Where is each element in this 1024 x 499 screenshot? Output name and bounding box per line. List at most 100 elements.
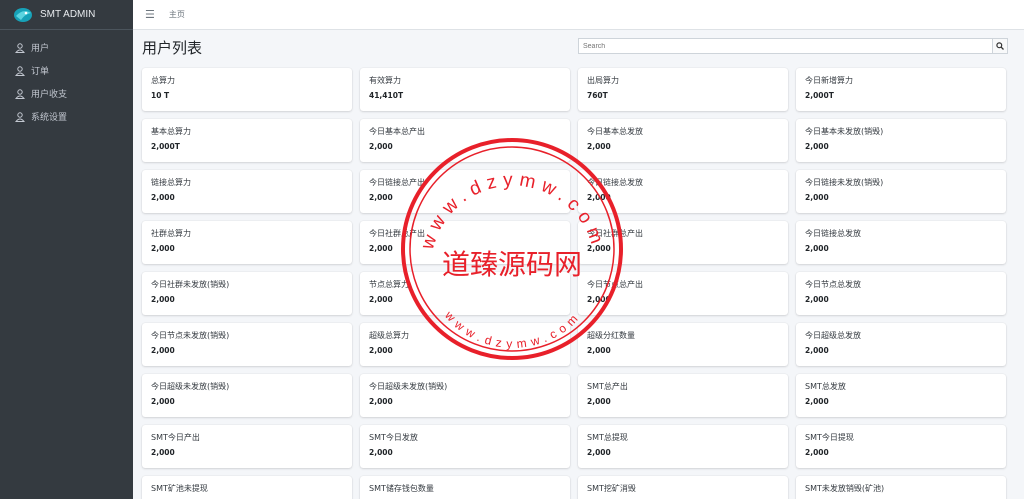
stat-label: 今日超级未发放(销毁) (151, 382, 230, 391)
stat-value: 2,000 (805, 244, 829, 253)
stat-label: 今日新增算力 (805, 76, 853, 85)
stat-card: 今日链接未发放(销毁) 2,000 (796, 170, 1006, 213)
stat-label: 今日链接未发放(销毁) (805, 178, 884, 187)
sidebar-item-label: 用户收支 (31, 90, 68, 100)
stat-card: 超级分红数量 2,000 (578, 323, 788, 366)
user-icon (15, 65, 25, 76)
brand[interactable]: SMT ADMIN (0, 0, 133, 30)
stat-value: 2,000 (805, 397, 829, 406)
sidebar-item-label: 订单 (31, 67, 50, 77)
stat-label: SMT总提现 (587, 433, 628, 442)
stat-label: SMT挖矿消毁 (587, 484, 636, 493)
stat-card: 链接总算力 2,000 (142, 170, 352, 213)
sidebar: SMT ADMIN 用户 订单 用户收支 系统设置 (0, 0, 133, 499)
stat-label: 有效算力 (369, 76, 401, 85)
stat-card: 今日节点总产出 2,000 (578, 272, 788, 315)
stat-label: 今日节点未发放(销毁) (151, 331, 230, 340)
sidebar-item-users[interactable]: 用户 (0, 36, 133, 59)
stat-card: 今日链接总产出 2,000 (360, 170, 570, 213)
sidebar-item-label: 系统设置 (31, 113, 68, 123)
search-button[interactable] (992, 38, 1008, 54)
stat-card: 今日超级未发放(销毁) 2,000 (142, 374, 352, 417)
stat-label: 今日超级未发放(销毁) (369, 382, 448, 391)
sidebar-nav: 用户 订单 用户收支 系统设置 (0, 36, 133, 128)
stat-card: 今日基本总产出 2,000 (360, 119, 570, 162)
page-header: 用户列表 (133, 30, 1024, 62)
stat-card: SMT总发放 2,000 (796, 374, 1006, 417)
stats-grid: 总算力 10 T 有效算力 41,410T 出局算力 760T 今日新增算力 2,000… (142, 68, 1006, 499)
stat-label: 今日链接总发放 (587, 178, 643, 187)
stat-value: 2,000 (369, 193, 393, 202)
stat-value: 2,000 (369, 346, 393, 355)
stat-label: 今日基本总发放 (587, 127, 643, 136)
stat-value: 2,000 (805, 346, 829, 355)
stat-value: 10 T (151, 91, 170, 100)
stat-value: 2,000 (369, 295, 393, 304)
stat-value: 2,000 (369, 142, 393, 151)
search-icon (996, 42, 1004, 50)
stat-value: 2,000 (151, 397, 175, 406)
stat-label: 超级分红数量 (587, 331, 635, 340)
stat-value: 2,000 (587, 448, 611, 457)
stat-card: 今日社群未发放(销毁) 2,000 (142, 272, 352, 315)
stat-card: 今日链接总发放 2,000 (578, 170, 788, 213)
stat-value: 2,000 (805, 193, 829, 202)
stat-card: 超级总算力 2,000 (360, 323, 570, 366)
stat-label: SMT今日提现 (805, 433, 854, 442)
stat-value: 2,000 (151, 448, 175, 457)
stat-label: 今日节点总发放 (805, 280, 861, 289)
stat-label: 今日链接总产出 (369, 178, 425, 187)
stat-value: 2,000T (151, 142, 180, 151)
stat-card: SMT总提现 2,000 (578, 425, 788, 468)
stat-card: 今日链接总发放 2,000 (796, 221, 1006, 264)
stat-value: 2,000 (587, 193, 611, 202)
stat-label: SMT储存钱包数量 (369, 484, 434, 493)
stat-value: 2,000 (151, 193, 175, 202)
stat-card: 今日超级总发放 2,000 (796, 323, 1006, 366)
stat-value: 2,000 (805, 295, 829, 304)
sidebar-item-label: 用户 (31, 44, 50, 54)
stat-card: SMT总产出 2,000 (578, 374, 788, 417)
stat-card: 今日节点未发放(销毁) 2,000 (142, 323, 352, 366)
breadcrumb-home[interactable]: 主页 (169, 9, 185, 20)
brand-name: SMT ADMIN (40, 9, 96, 20)
stat-value: 2,000 (587, 397, 611, 406)
stat-card: SMT挖矿消毁 (578, 476, 788, 499)
stat-value: 41,410T (369, 91, 404, 100)
stat-value: 2,000 (587, 244, 611, 253)
sidebar-item-orders[interactable]: 订单 (0, 59, 133, 82)
search-form (578, 38, 1008, 54)
stat-card: 基本总算力 2,000T (142, 119, 352, 162)
stat-card: 今日节点总发放 2,000 (796, 272, 1006, 315)
sidebar-item-settings[interactable]: 系统设置 (0, 105, 133, 128)
stat-label: 今日超级总发放 (805, 331, 861, 340)
stat-card: SMT今日发放 2,000 (360, 425, 570, 468)
stat-card: 今日超级未发放(销毁) 2,000 (360, 374, 570, 417)
stat-card: 有效算力 41,410T (360, 68, 570, 111)
stat-card: 总算力 10 T (142, 68, 352, 111)
sidebar-item-user-finance[interactable]: 用户收支 (0, 82, 133, 105)
stat-label: 今日社群总产出 (369, 229, 425, 238)
stat-value: 2,000 (587, 142, 611, 151)
brand-logo-icon (14, 7, 32, 22)
stat-value: 2,000 (151, 346, 175, 355)
hamburger-menu-icon[interactable]: ☰ (145, 8, 155, 21)
user-icon (15, 42, 25, 53)
main-content: ☰ 主页 用户列表 总算力 10 T 有效算力 41,410T 出局算力 760T 今… (133, 0, 1024, 499)
stat-label: 今日基本总产出 (369, 127, 425, 136)
stat-label: SMT总发放 (805, 382, 846, 391)
user-icon (15, 111, 25, 122)
stat-card: 社群总算力 2,000 (142, 221, 352, 264)
stat-label: 总算力 (151, 76, 175, 85)
page-title: 用户列表 (142, 39, 203, 57)
stat-card: 今日社群总产出 2,000 (360, 221, 570, 264)
stat-card: SMT今日提现 2,000 (796, 425, 1006, 468)
stat-card: 今日基本总发放 2,000 (578, 119, 788, 162)
stat-value: 2,000 (805, 142, 829, 151)
stat-card: 今日基本未发放(销毁) 2,000 (796, 119, 1006, 162)
stat-card: 今日社群总产出 2,000 (578, 221, 788, 264)
stat-label: 超级总算力 (369, 331, 409, 340)
stat-value: 2,000T (805, 91, 834, 100)
stat-label: 今日基本未发放(销毁) (805, 127, 884, 136)
search-input[interactable] (578, 38, 992, 54)
